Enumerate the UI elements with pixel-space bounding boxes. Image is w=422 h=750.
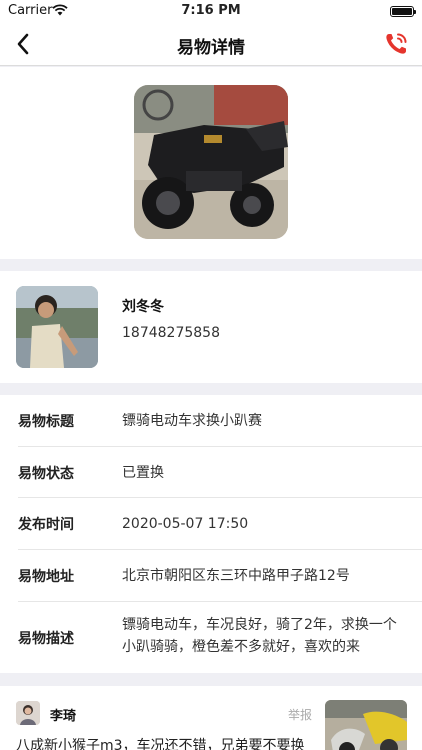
detail-row-title: 易物标题 镖骑电动车求换小趴赛 — [18, 395, 422, 447]
detail-value: 2020-05-07 17:50 — [122, 516, 249, 532]
commenter-avatar-icon — [16, 701, 40, 725]
report-button[interactable]: 举报 — [288, 706, 312, 723]
avatar[interactable] — [16, 701, 40, 725]
detail-label: 易物状态 — [18, 466, 74, 482]
detail-value: 已置换 — [122, 465, 164, 481]
detail-label: 易物标题 — [18, 414, 74, 430]
detail-value: 镖骑电动车求换小趴赛 — [122, 413, 262, 429]
nav-bar: 易物详情 — [0, 22, 422, 66]
detail-label: 易物描述 — [18, 631, 74, 647]
offered-bike-photo-icon — [325, 700, 407, 750]
item-photo[interactable] — [134, 85, 288, 239]
detail-row-description: 易物描述 镖骑电动车，车况良好，骑了2年，求换一个小趴骑骑，橙色差不多就好，喜欢… — [18, 602, 422, 673]
detail-label: 易物地址 — [18, 569, 74, 585]
avatar[interactable] — [16, 286, 98, 368]
comment-image[interactable] — [325, 700, 407, 750]
detail-row-address: 易物地址 北京市朝阳区东三环中路甲子路12号 — [18, 550, 422, 602]
owner-name: 刘冬冬 — [122, 299, 164, 315]
page-title: 易物详情 — [177, 38, 245, 58]
detail-row-time: 发布时间 2020-05-07 17:50 — [18, 498, 422, 550]
owner-section[interactable]: 刘冬冬 18748275858 — [0, 271, 422, 383]
detail-row-status: 易物状态 已置换 — [18, 447, 422, 498]
detail-value: 北京市朝阳区东三环中路甲子路12号 — [122, 568, 350, 584]
status-time: 7:16 PM — [181, 3, 241, 18]
item-photo-section — [0, 67, 422, 259]
commenter-name: 李琦 — [50, 709, 77, 724]
owner-avatar-icon — [16, 286, 98, 368]
status-bar: Carrier 7:16 PM — [0, 0, 422, 22]
owner-phone[interactable]: 18748275858 — [122, 325, 220, 341]
details-section: 易物标题 镖骑电动车求换小趴赛 易物状态 已置换 发布时间 2020-05-07… — [0, 395, 422, 673]
comment-card[interactable]: 李琦 举报 八成新小猴子m3，车况还不错，兄弟要不要换 — [0, 686, 422, 750]
battery-icon — [390, 6, 416, 17]
phone-call-icon[interactable] — [382, 30, 410, 58]
comment-text: 八成新小猴子m3，车况还不错，兄弟要不要换 — [16, 738, 305, 750]
detail-label: 发布时间 — [18, 517, 74, 533]
detail-value: 镖骑电动车，车况良好，骑了2年，求换一个小趴骑骑，橙色差不多就好，喜欢的来 — [122, 617, 397, 655]
motorcycle-photo-icon — [134, 85, 288, 239]
